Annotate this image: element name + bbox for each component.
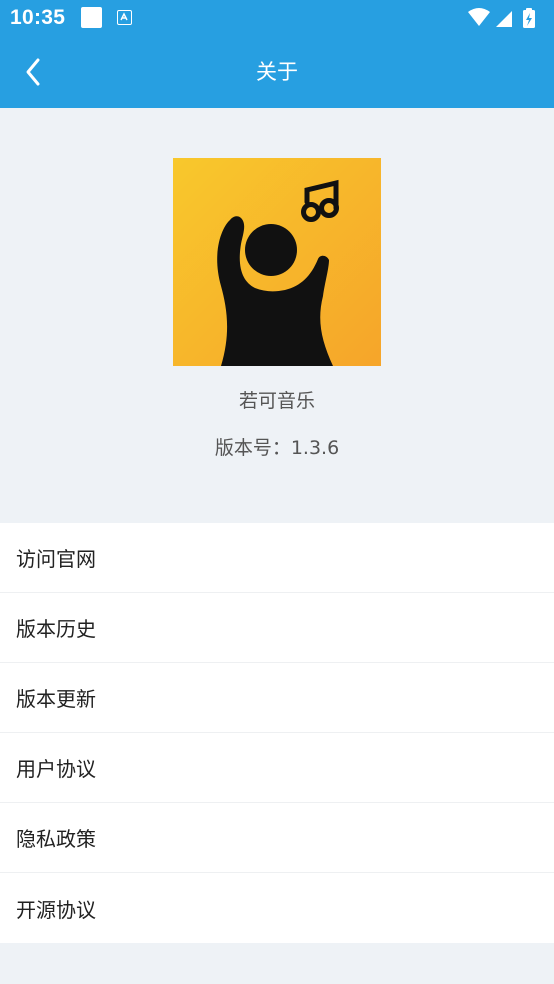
status-bar: 10:35 (0, 0, 554, 36)
about-menu: 访问官网 版本历史 版本更新 用户协议 隐私政策 开源协议 (0, 523, 554, 943)
menu-item-version-history[interactable]: 版本历史 (0, 593, 554, 663)
about-header: 若可音乐 版本号：1.3.6 (0, 108, 554, 522)
menu-item-label: 开源协议 (16, 897, 96, 922)
wifi-icon (468, 8, 490, 26)
version-label: 版本号：1.3.6 (214, 437, 340, 459)
menu-item-version-update[interactable]: 版本更新 (0, 663, 554, 733)
menu-item-label: 用户协议 (16, 757, 96, 781)
menu-item-label: 版本更新 (16, 687, 96, 711)
menu-item-label: 隐私政策 (16, 827, 96, 851)
status-right (468, 7, 546, 29)
signal-icon (496, 11, 512, 27)
app-bar: 关于 (0, 36, 554, 108)
page-title: 关于 (256, 60, 298, 84)
status-time: 10:35 (10, 6, 66, 29)
menu-item-label: 访问官网 (16, 547, 96, 571)
menu-item-user-agreement[interactable]: 用户协议 (0, 733, 554, 803)
menu-item-privacy-policy[interactable]: 隐私政策 (0, 803, 554, 873)
music-person-logo (173, 158, 381, 366)
battery-charging-icon (523, 8, 535, 28)
app-notification-icon (117, 10, 132, 25)
app-name: 若可音乐 (238, 390, 315, 412)
notification-icon (81, 7, 102, 28)
menu-item-open-source[interactable]: 开源协议 (0, 873, 554, 943)
menu-item-label: 版本历史 (16, 617, 96, 641)
menu-item-website[interactable]: 访问官网 (0, 523, 554, 593)
